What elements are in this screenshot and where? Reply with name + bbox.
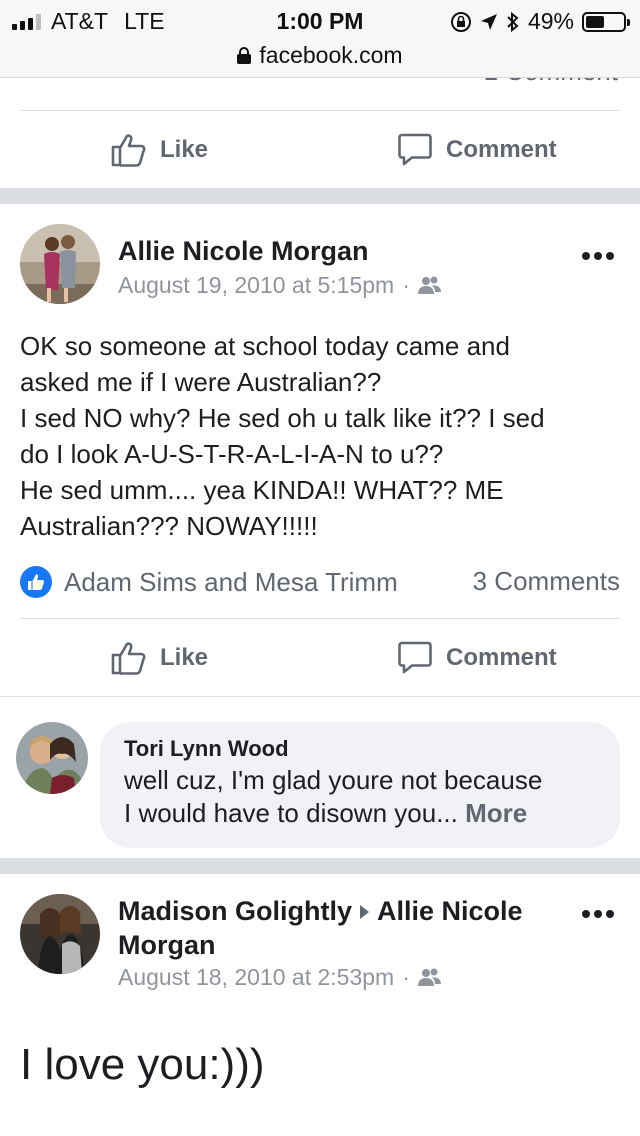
arrow-right-icon — [360, 904, 369, 919]
post-text-line: Australian??? NOWAY!!!!! — [20, 511, 318, 541]
comments-count[interactable]: 3 Comments — [473, 566, 620, 597]
bluetooth-icon — [507, 11, 519, 32]
post-meta: August 19, 2010 at 5:15pm · — [118, 272, 442, 299]
reactions-names: Adam Sims and Mesa Trimm — [64, 566, 398, 597]
divider — [0, 696, 640, 697]
post-text-line: He sed umm.... yea KINDA!! WHAT?? ME — [20, 475, 504, 505]
divider — [20, 618, 620, 619]
post-timestamp[interactable]: August 18, 2010 at 2:53pm — [118, 964, 394, 991]
commenter-name[interactable]: Tori Lynn Wood — [124, 734, 596, 764]
post-body-large: I love you:))) — [20, 1040, 265, 1089]
more-dot-icon — [594, 910, 602, 918]
comment-text-line: I would have to disown you... More — [124, 797, 596, 830]
post-text-line: do I look A-U-S-T-R-A-L-I-A-N to u?? — [20, 439, 444, 469]
comment-text-line: well cuz, I'm glad youre not because — [124, 765, 543, 795]
author-avatar[interactable] — [20, 894, 100, 974]
location-arrow-icon — [480, 13, 497, 30]
like-reaction-icon — [20, 566, 52, 598]
divider — [20, 110, 620, 111]
battery-percentage: 49% — [527, 8, 574, 34]
post-body: OK so someone at school today came and a… — [20, 328, 620, 544]
post-author-line: Madison Golightly Allie Nicole Morgan — [118, 894, 558, 962]
meta-separator: · — [402, 272, 410, 298]
comment-text: I would have to disown you... — [124, 798, 458, 828]
thumbs-up-icon — [111, 134, 146, 167]
comment-bubble-icon — [398, 641, 432, 674]
more-dot-icon — [582, 910, 590, 918]
status-bar: AT&T LTE 1:00 PM 49% — [0, 0, 640, 40]
post-options-button[interactable] — [582, 252, 614, 260]
comment-button[interactable]: Comment — [398, 132, 557, 168]
more-dot-icon — [606, 910, 614, 918]
see-more-link[interactable]: More — [465, 798, 527, 828]
post-text-line: I sed NO why? He sed oh u talk like it??… — [20, 403, 545, 433]
like-button[interactable]: Like — [110, 640, 208, 676]
lock-icon — [237, 47, 252, 64]
url-bar[interactable]: facebook.com — [0, 40, 640, 78]
meta-separator: · — [402, 964, 410, 990]
more-dot-icon — [582, 252, 590, 260]
post-separator — [0, 858, 640, 874]
comment-label: Comment — [446, 644, 557, 671]
battery-icon — [582, 11, 630, 32]
post-text-line: OK so someone at school today came and — [20, 331, 510, 361]
author-avatar[interactable] — [20, 224, 100, 304]
orientation-lock-icon — [450, 11, 471, 32]
post-target-name-continued[interactable]: Morgan — [118, 930, 216, 960]
commenter-avatar[interactable] — [16, 722, 88, 794]
like-label: Like — [160, 136, 209, 163]
post-timestamp[interactable]: August 19, 2010 at 5:15pm — [118, 272, 394, 299]
friends-icon — [417, 968, 441, 986]
post-separator — [0, 188, 640, 204]
comment-bubble-icon — [398, 133, 432, 166]
like-button[interactable]: Like — [110, 132, 208, 168]
comment-bubble[interactable]: Tori Lynn Wood well cuz, I'm glad youre … — [100, 722, 620, 848]
comment-label: Comment — [446, 136, 557, 163]
post-meta: August 18, 2010 at 2:53pm · — [118, 964, 442, 991]
url-domain: facebook.com — [259, 42, 403, 68]
reactions-summary[interactable]: Adam Sims and Mesa Trimm — [20, 566, 398, 598]
more-dot-icon — [606, 252, 614, 260]
more-dot-icon — [594, 252, 602, 260]
thumbs-up-icon — [111, 642, 146, 675]
post-author-name[interactable]: Madison Golightly — [118, 896, 352, 926]
friends-icon — [417, 276, 441, 294]
post-target-name[interactable]: Allie Nicole — [377, 896, 523, 926]
author-name[interactable]: Allie Nicole Morgan — [118, 236, 369, 267]
post-text-line: asked me if I were Australian?? — [20, 367, 382, 397]
post-options-button[interactable] — [582, 910, 614, 918]
comment-button[interactable]: Comment — [398, 640, 557, 676]
like-label: Like — [160, 644, 209, 671]
